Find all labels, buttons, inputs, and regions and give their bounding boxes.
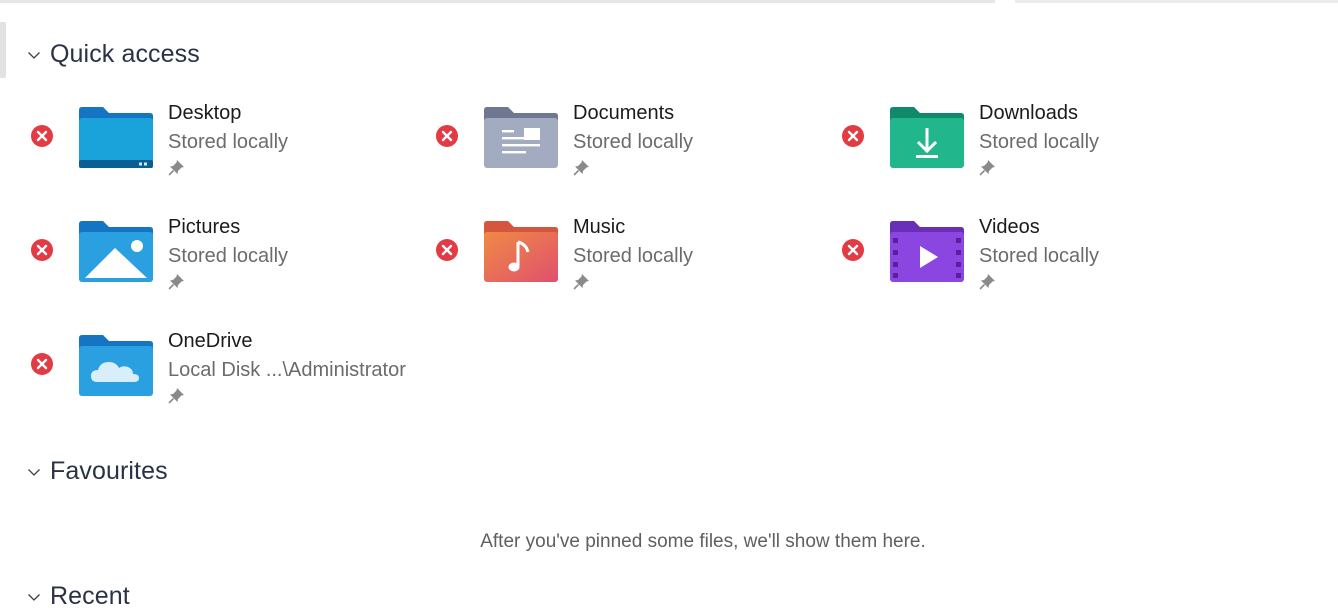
unpin-error-icon[interactable] xyxy=(30,352,54,376)
quick-access-item-pictures[interactable]: Pictures Stored locally xyxy=(24,214,404,310)
music-folder-icon xyxy=(482,218,560,282)
address-bar-edge xyxy=(0,0,995,3)
quick-access-item-onedrive[interactable]: OneDrive Local Disk ...\Administrator xyxy=(24,328,406,424)
pictures-folder-icon xyxy=(77,218,155,282)
quick-access-item-documents[interactable]: Documents Stored locally xyxy=(429,100,809,196)
item-name: Pictures xyxy=(168,216,241,238)
search-box-edge xyxy=(1015,0,1338,3)
item-location: Stored locally xyxy=(168,245,289,267)
favourites-title: Favourites xyxy=(50,457,168,485)
chevron-down-icon xyxy=(24,587,44,607)
recent-title: Recent xyxy=(50,582,130,610)
item-name: Documents xyxy=(573,102,675,124)
pin-icon xyxy=(979,272,997,290)
quick-access-item-desktop[interactable]: Desktop Stored locally xyxy=(24,100,404,196)
unpin-error-icon[interactable] xyxy=(841,238,865,262)
item-location: Local Disk ...\Administrator xyxy=(168,359,406,381)
item-name: Music xyxy=(573,216,626,238)
favourites-empty-message: After you've pinned some files, we'll sh… xyxy=(480,531,926,552)
unpin-error-icon[interactable] xyxy=(435,238,459,262)
item-location: Stored locally xyxy=(979,131,1100,153)
quick-access-item-downloads[interactable]: Downloads Stored locally xyxy=(835,100,1215,196)
quick-access-title: Quick access xyxy=(50,40,200,68)
unpin-error-icon[interactable] xyxy=(841,124,865,148)
item-name: Downloads xyxy=(979,102,1078,124)
videos-folder-icon xyxy=(888,218,966,282)
top-toolbar-edge xyxy=(0,0,1338,4)
item-name: OneDrive xyxy=(168,330,253,352)
quick-access-item-videos[interactable]: Videos Stored locally xyxy=(835,214,1215,310)
unpin-error-icon[interactable] xyxy=(435,124,459,148)
item-location: Stored locally xyxy=(573,245,694,267)
quick-access-item-music[interactable]: Music Stored locally xyxy=(429,214,809,310)
quick-access-header[interactable]: Quick access xyxy=(24,40,200,69)
pin-icon xyxy=(573,158,591,176)
unpin-error-icon[interactable] xyxy=(30,124,54,148)
pin-icon xyxy=(168,272,186,290)
item-location: Stored locally xyxy=(168,131,289,153)
pin-icon xyxy=(979,158,997,176)
navigation-pane-scrollbar[interactable] xyxy=(0,22,6,78)
favourites-header[interactable]: Favourites xyxy=(24,457,168,486)
desktop-folder-icon xyxy=(77,104,155,168)
pin-icon xyxy=(168,386,186,404)
unpin-error-icon[interactable] xyxy=(30,238,54,262)
pin-icon xyxy=(168,158,186,176)
chevron-down-icon xyxy=(24,45,44,65)
documents-folder-icon xyxy=(482,104,560,168)
pin-icon xyxy=(573,272,591,290)
item-location: Stored locally xyxy=(979,245,1100,267)
item-name: Desktop xyxy=(168,102,242,124)
item-name: Videos xyxy=(979,216,1040,238)
item-location: Stored locally xyxy=(573,131,694,153)
onedrive-folder-icon xyxy=(77,332,155,396)
chevron-down-icon xyxy=(24,462,44,482)
recent-header[interactable]: Recent xyxy=(24,582,130,611)
downloads-folder-icon xyxy=(888,104,966,168)
